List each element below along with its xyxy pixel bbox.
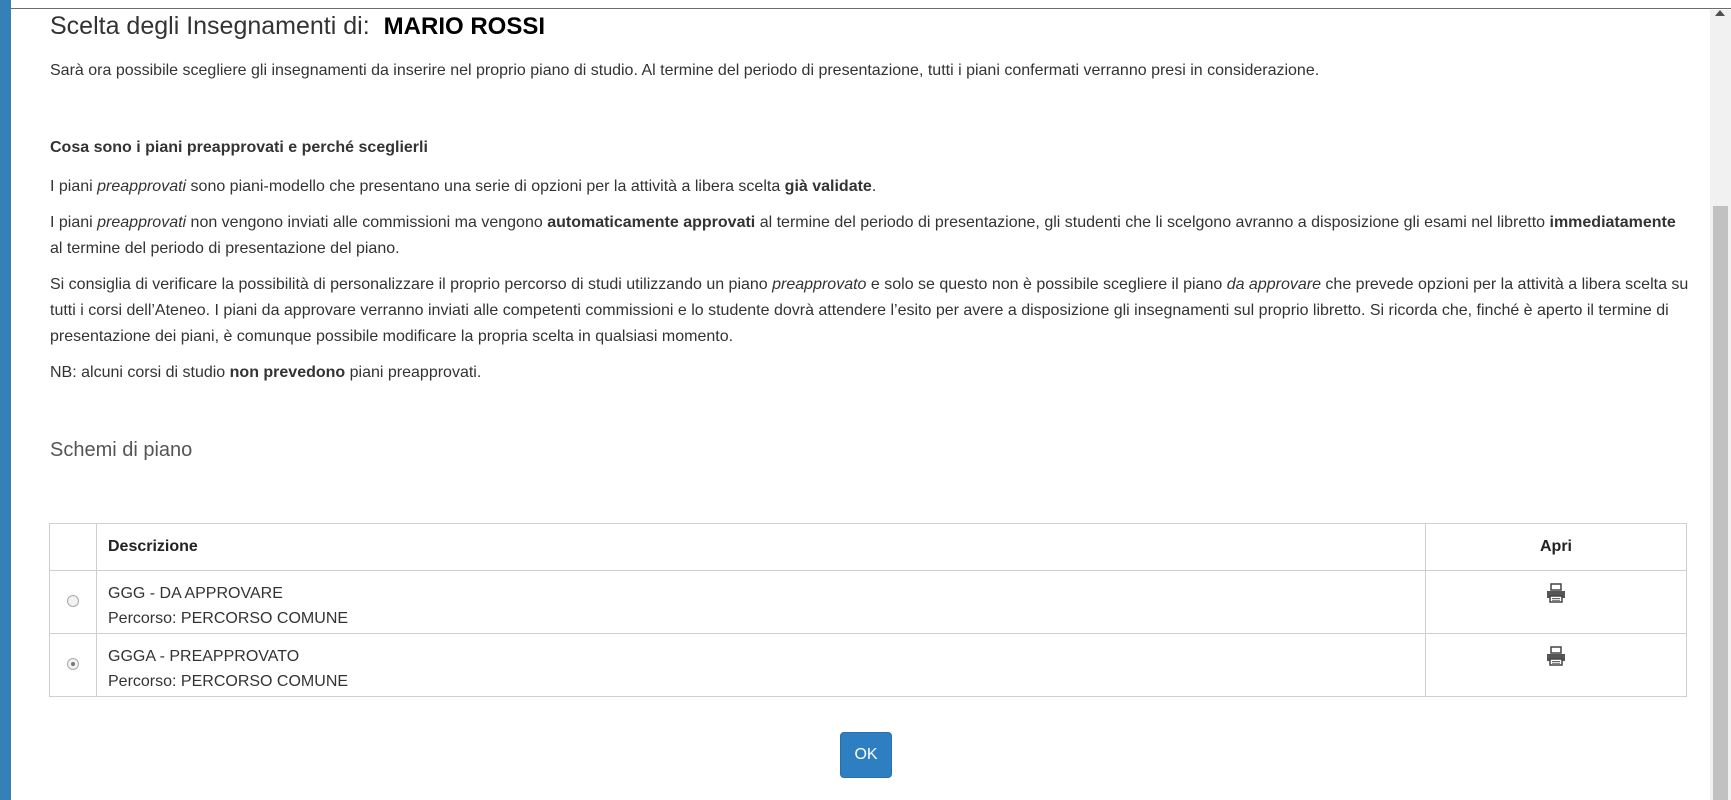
scrollbar-thumb[interactable] <box>1713 206 1728 800</box>
plan-percorso: Percorso: PERCORSO COMUNE <box>108 673 349 690</box>
left-accent-bar <box>0 0 11 800</box>
plan-radio-1[interactable] <box>67 594 79 607</box>
table-header-row: Descrizione Apri <box>49 523 1687 571</box>
info-section-title: Cosa sono i piani preapprovati e perché … <box>50 139 428 156</box>
info-paragraph-2: I piani preapprovati non vengono inviati… <box>50 214 1676 257</box>
ok-button[interactable]: OK <box>840 732 892 778</box>
plan-description: GGG - DA APPROVARE Percorso: PERCORSO CO… <box>96 570 1426 634</box>
printer-icon[interactable] <box>1545 583 1567 603</box>
info-paragraph-4: NB: alcuni corsi di studio non prevedono… <box>50 364 482 381</box>
intro-text: Sarà ora possibile scegliere gli insegna… <box>50 62 1320 79</box>
header-descrizione: Descrizione <box>96 523 1426 571</box>
student-name: MARIO ROSSI <box>383 13 545 40</box>
vertical-scrollbar[interactable] <box>1710 10 1731 800</box>
plan-description: GGGA - PREAPPROVATO Percorso: PERCORSO C… <box>96 633 1426 697</box>
main-content: Scelta degli Insegnamenti di: MARIO ROSS… <box>50 12 1690 462</box>
scroll-up-arrow-icon[interactable] <box>1715 10 1725 16</box>
header-select <box>49 523 97 571</box>
plan-percorso: Percorso: PERCORSO COMUNE <box>108 610 349 627</box>
plans-table: Descrizione Apri GGG - DA APPROVARE Perc… <box>49 523 1687 697</box>
info-paragraph-1: I piani preapprovati sono piani-modello … <box>50 178 877 195</box>
page-title: Scelta degli Insegnamenti di: <box>50 12 370 40</box>
plan-name: GGGA - PREAPPROVATO <box>108 648 300 665</box>
info-paragraph-3: Si consiglia di verificare la possibilit… <box>50 276 1689 345</box>
printer-icon[interactable] <box>1545 646 1567 666</box>
plan-name: GGG - DA APPROVARE <box>108 585 283 602</box>
table-row: GGG - DA APPROVARE Percorso: PERCORSO CO… <box>49 570 1687 634</box>
header-apri: Apri <box>1425 523 1687 571</box>
page-header: Scelta degli Insegnamenti di: MARIO ROSS… <box>50 12 1690 50</box>
window-top-border <box>0 0 1731 9</box>
table-row: GGGA - PREAPPROVATO Percorso: PERCORSO C… <box>49 633 1687 697</box>
section-title-schemi: Schemi di piano <box>50 439 193 461</box>
plan-radio-2[interactable] <box>67 657 79 670</box>
